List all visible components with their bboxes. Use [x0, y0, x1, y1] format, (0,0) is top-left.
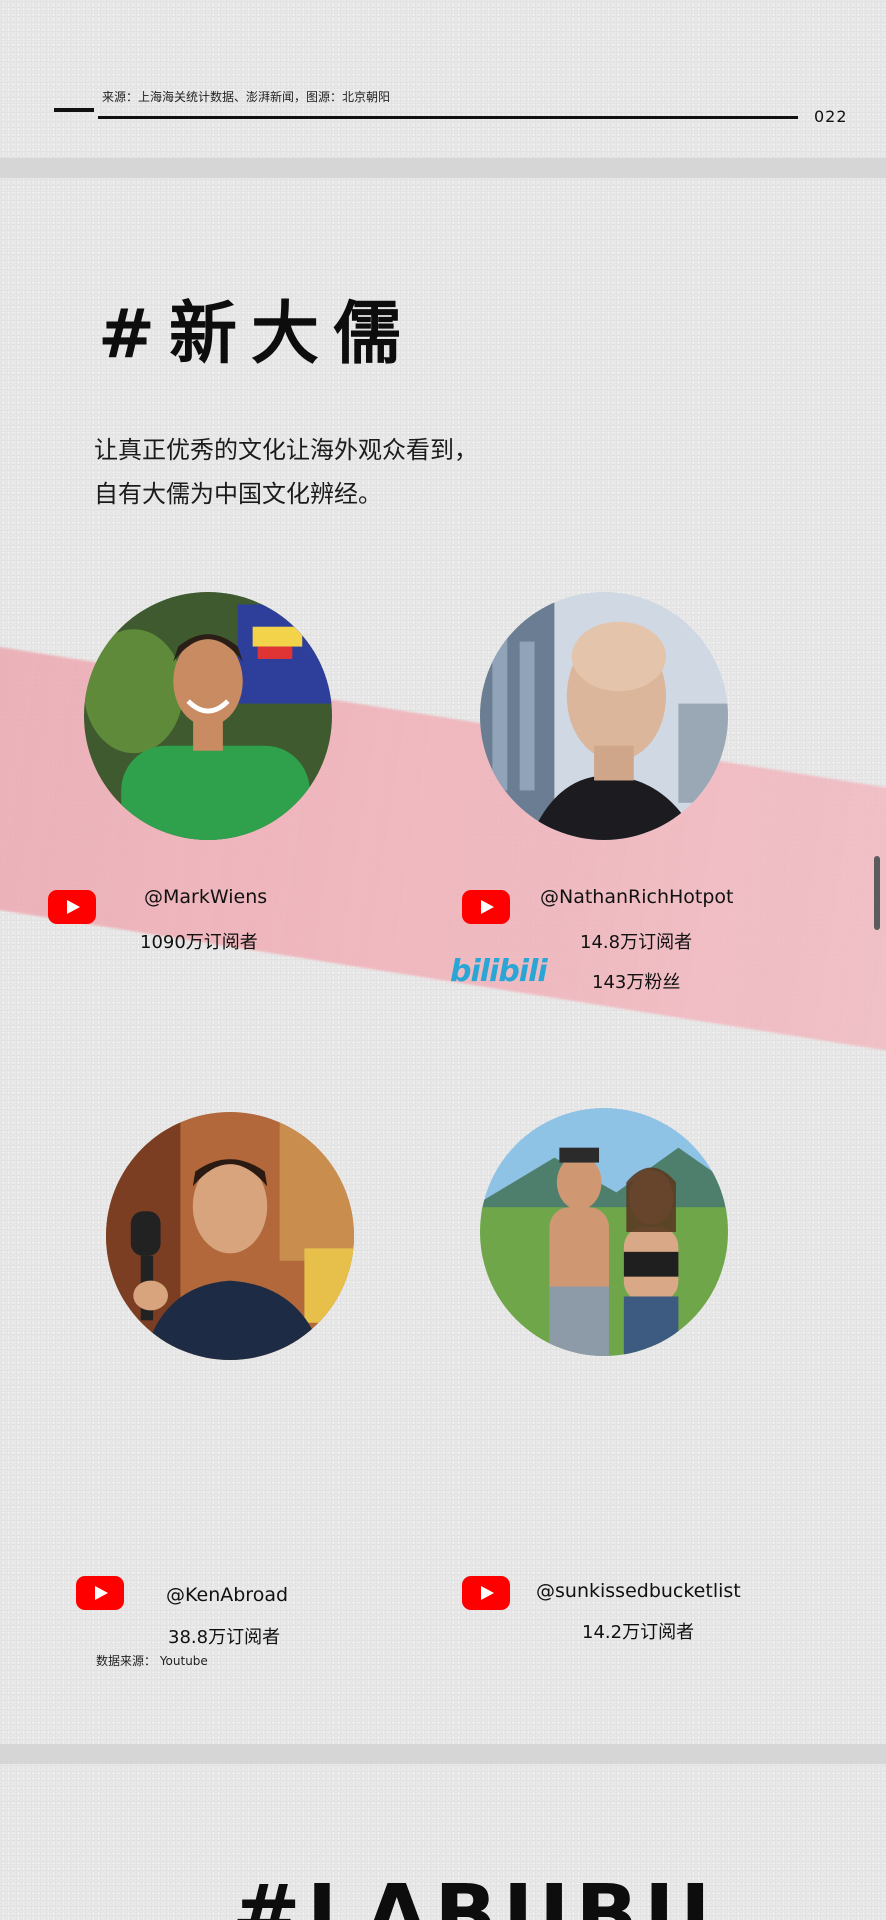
youtube-icon[interactable]: [462, 890, 510, 924]
footer-divider: [98, 116, 798, 119]
creator-handle[interactable]: @MarkWiens: [144, 886, 267, 908]
youtube-icon[interactable]: [462, 1576, 510, 1610]
next-section-title: #LABUBU: [232, 1868, 717, 1920]
publisher-logo: [54, 108, 94, 112]
subscriber-count: 38.8万订阅者: [168, 1627, 281, 1648]
creator-handle[interactable]: @NathanRichHotpot: [540, 886, 734, 908]
previous-page-footer: 来源：上海海关统计数据、澎湃新闻，图源：北京朝阳 022: [0, 0, 886, 158]
subtitle-line: 让真正优秀的文化让海外观众看到，: [94, 436, 478, 464]
subtitle-line: 自有大儒为中国文化辨经。: [94, 480, 382, 508]
next-page-header: #LABUBU: [0, 1764, 886, 1920]
data-source-note: 数据来源： Youtube: [96, 1654, 208, 1668]
youtube-icon[interactable]: [48, 890, 96, 924]
avatar-kenabroad: [106, 1112, 354, 1360]
avatar-nathanrichhotpot: [480, 592, 728, 840]
source-note: 来源：上海海关统计数据、澎湃新闻，图源：北京朝阳: [102, 90, 391, 104]
subscriber-count: 1090万订阅者: [140, 932, 258, 953]
youtube-icon[interactable]: [76, 1576, 124, 1610]
scrollbar-thumb[interactable]: [874, 856, 880, 930]
page-number: 022: [814, 107, 848, 126]
subscriber-count: 14.2万订阅者: [582, 1622, 695, 1643]
subscriber-count: 14.8万订阅者: [580, 932, 693, 953]
creator-handle[interactable]: @sunkissedbucketlist: [536, 1580, 741, 1602]
page-subtitle: 让真正优秀的文化让海外观众看到， 自有大儒为中国文化辨经。: [94, 428, 478, 516]
avatar-sunkissedbucketlist: [480, 1108, 728, 1356]
page-title: #新大儒: [98, 295, 415, 374]
bilibili-icon[interactable]: bilibili: [450, 954, 548, 989]
avatar-markwiens: [84, 592, 332, 840]
creators-page: #新大儒 让真正优秀的文化让海外观众看到， 自有大儒为中国文化辨经。 @Mark…: [0, 178, 886, 1744]
follower-count: 143万粉丝: [592, 972, 681, 993]
creator-handle[interactable]: @KenAbroad: [166, 1584, 288, 1606]
